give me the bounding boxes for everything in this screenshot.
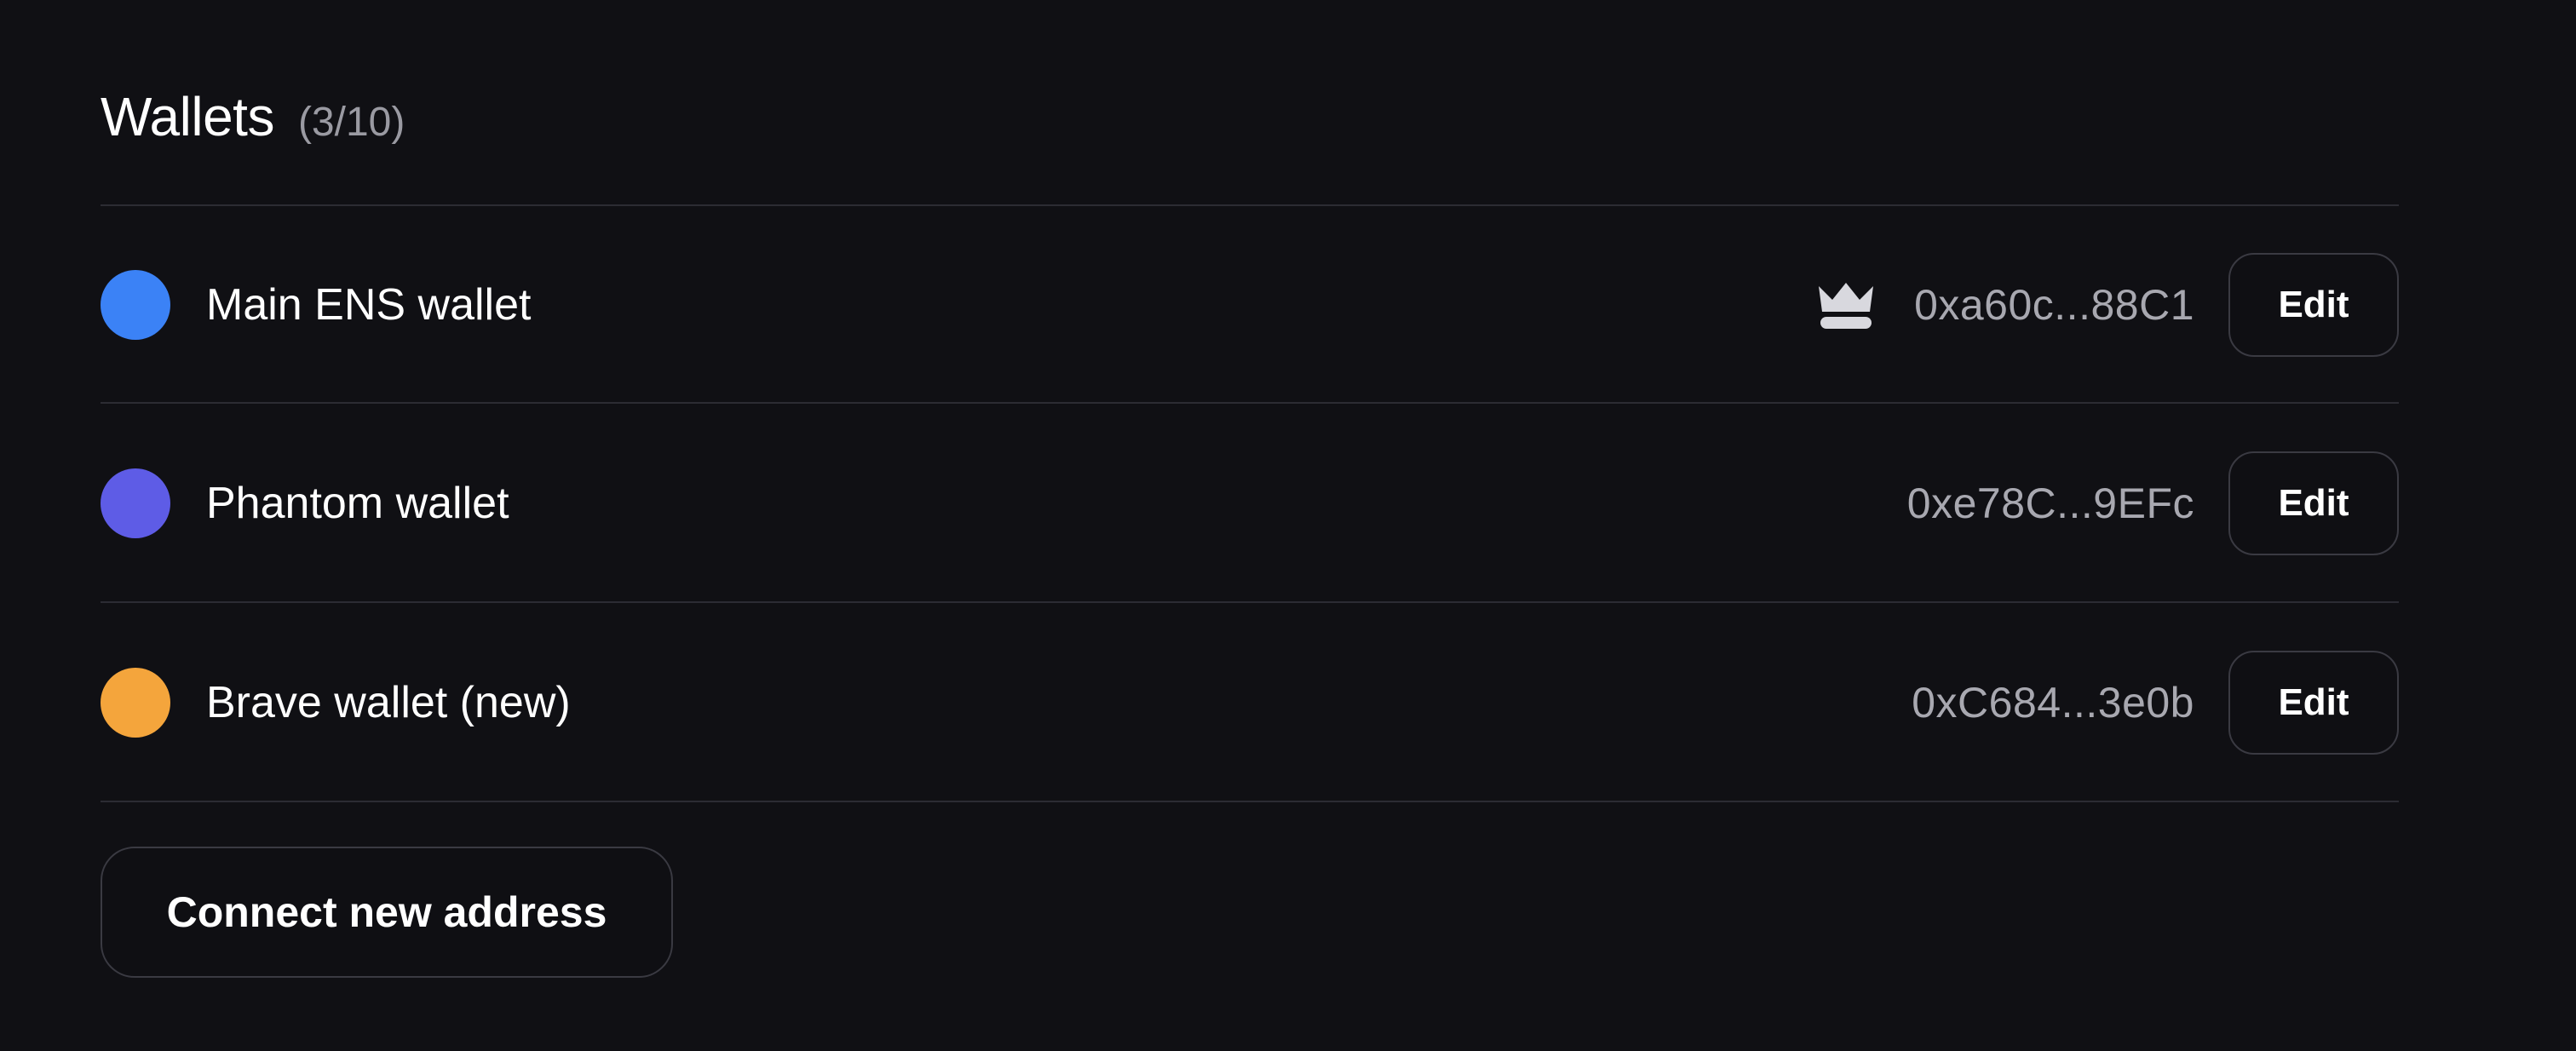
divider <box>101 601 2399 603</box>
page-title: Wallets <box>101 86 274 147</box>
wallet-address: 0xC684...3e0b <box>1912 679 2194 727</box>
divider <box>101 402 2399 404</box>
wallet-name: Main ENS wallet <box>206 280 532 330</box>
divider <box>101 204 2399 206</box>
wallet-address: 0xe78C...9EFc <box>1906 480 2194 527</box>
wallet-color-dot <box>101 468 170 538</box>
edit-button[interactable]: Edit <box>2228 651 2399 755</box>
wallet-color-dot <box>101 270 170 340</box>
edit-button[interactable]: Edit <box>2228 451 2399 555</box>
wallet-count: (3/10) <box>297 100 405 145</box>
divider <box>101 801 2399 802</box>
wallet-meta: 0xa60c...88C1 Edit <box>1815 253 2399 357</box>
wallet-name: Phantom wallet <box>206 479 509 528</box>
wallet-meta: 0xe78C...9EFc Edit <box>1907 451 2399 555</box>
wallet-address: 0xa60c...88C1 <box>1914 281 2194 329</box>
wallet-row-phantom: Phantom wallet 0xe78C...9EFc Edit <box>101 405 2399 601</box>
wallet-meta: 0xC684...3e0b Edit <box>1912 651 2399 755</box>
wallet-name: Brave wallet (new) <box>206 678 571 727</box>
wallet-row-brave: Brave wallet (new) 0xC684...3e0b Edit <box>101 605 2399 801</box>
wallets-panel: Wallets (3/10) Main ENS wallet 0xa60c...… <box>101 0 2399 1051</box>
crown-icon <box>1815 278 1877 332</box>
wallets-header: Wallets (3/10) <box>101 85 405 162</box>
wallet-color-dot <box>101 668 170 738</box>
edit-button[interactable]: Edit <box>2228 253 2399 357</box>
wallet-row-main-ens: Main ENS wallet 0xa60c...88C1 Edit <box>101 207 2399 403</box>
connect-new-address-button[interactable]: Connect new address <box>101 847 673 978</box>
